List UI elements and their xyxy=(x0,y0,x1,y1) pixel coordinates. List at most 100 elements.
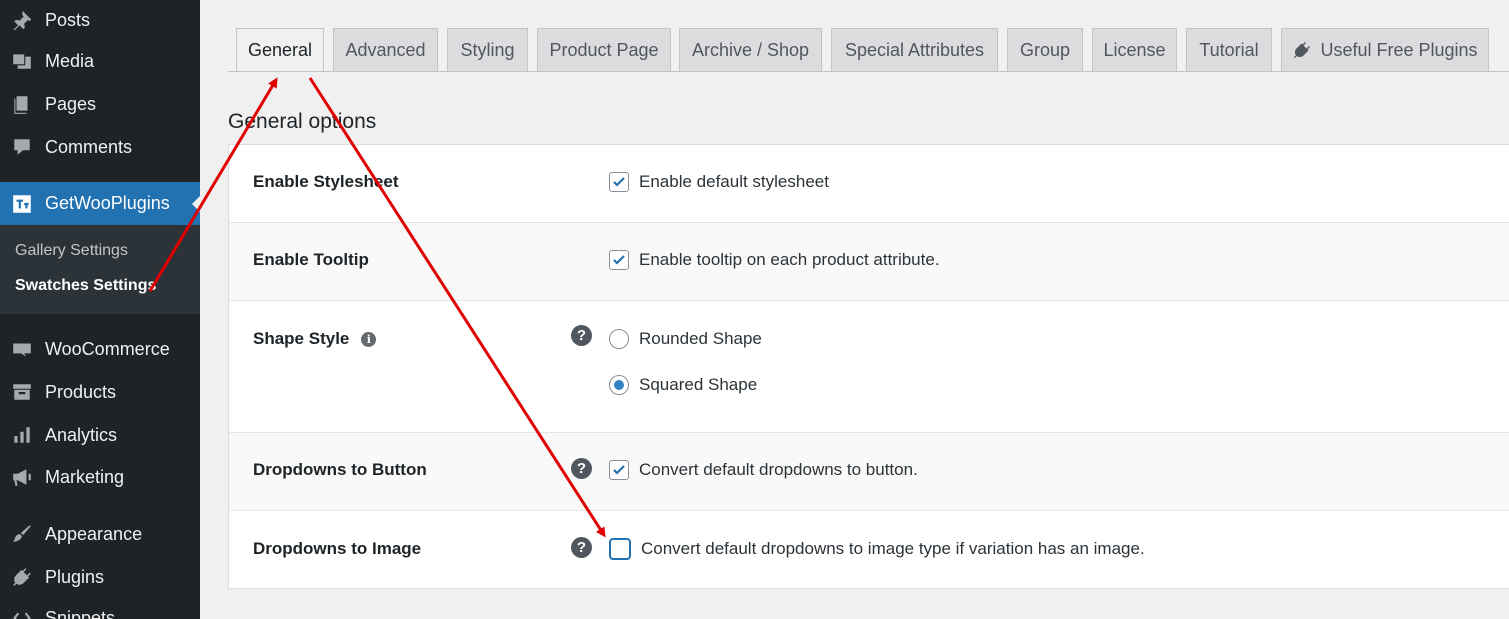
submenu-item-gallery-settings[interactable]: Gallery Settings xyxy=(15,242,128,260)
tooltip-option: Enable tooltip on each product attribute… xyxy=(609,250,940,270)
option-label: Squared Shape xyxy=(639,375,758,394)
stylesheet-option: Enable default stylesheet xyxy=(609,172,829,192)
tab-styling[interactable]: Styling xyxy=(447,28,528,71)
tab-product-page[interactable]: Product Page xyxy=(537,28,671,71)
sidebar-item-label: GetWooPlugins xyxy=(45,193,170,213)
plugin-brand-icon xyxy=(10,192,34,216)
rounded-shape-radio[interactable] xyxy=(609,329,629,349)
setting-row-stylesheet: Enable Stylesheet Enable default stylesh… xyxy=(229,145,1509,223)
sidebar-item-pages[interactable]: Pages xyxy=(0,84,200,124)
admin-sidebar: Posts Media Pages Comments GetWooPlugins… xyxy=(0,0,200,619)
sidebar-item-label: Plugins xyxy=(45,566,105,587)
dropdown-image-option: Convert default dropdowns to image type … xyxy=(609,538,1145,560)
setting-row-dropdown-image: Dropdowns to Image ? Convert default dro… xyxy=(229,511,1509,589)
setting-row-dropdown-button: Dropdowns to Button ? Convert default dr… xyxy=(229,433,1509,511)
tab-divider xyxy=(228,71,1509,72)
sidebar-item-label: Analytics xyxy=(45,424,118,445)
dropdown-button-option: Convert default dropdowns to button. xyxy=(609,460,918,480)
setting-row-shape-style: Shape Style i ? Rounded Shape Squared Sha… xyxy=(229,301,1509,433)
tab-special-attributes[interactable]: Special Attributes xyxy=(831,28,998,71)
sidebar-item-label: Marketing xyxy=(45,466,125,487)
sidebar-item-analytics[interactable]: Analytics xyxy=(0,415,200,455)
settings-panel: Enable Stylesheet Enable default stylesh… xyxy=(228,144,1509,589)
option-label: Enable tooltip on each product attribute… xyxy=(639,250,940,269)
sidebar-item-woocommerce[interactable]: WooCommerce xyxy=(0,329,200,369)
sidebar-item-posts[interactable]: Posts xyxy=(0,0,200,40)
tab-label: License xyxy=(1103,39,1166,60)
megaphone-icon xyxy=(10,465,34,489)
sidebar-item-plugins[interactable]: Plugins xyxy=(0,557,200,597)
tab-advanced[interactable]: Advanced xyxy=(333,28,438,71)
submenu-item-swatches-settings[interactable]: Swatches Settings xyxy=(15,277,156,295)
dropdown-button-checkbox[interactable] xyxy=(609,460,629,480)
pin-icon xyxy=(10,8,34,32)
help-icon[interactable]: ? xyxy=(571,458,592,479)
sidebar-item-label: Appearance xyxy=(45,523,143,544)
sidebar-item-comments[interactable]: Comments xyxy=(0,127,200,167)
option-label: Convert default dropdowns to image type … xyxy=(641,539,1145,558)
media-icon xyxy=(10,49,34,73)
sidebar-item-label: Media xyxy=(45,50,95,71)
sidebar-submenu: Gallery Settings Swatches Settings xyxy=(0,225,200,314)
pages-icon xyxy=(10,92,34,116)
active-indicator xyxy=(192,196,200,212)
sidebar-item-label: WooCommerce xyxy=(45,338,170,359)
help-icon[interactable]: ? xyxy=(571,537,592,558)
sidebar-item-label: Comments xyxy=(45,136,133,157)
sidebar-item-products[interactable]: Products xyxy=(0,372,200,412)
snippet-icon xyxy=(10,606,34,619)
tab-license[interactable]: License xyxy=(1092,28,1177,71)
radio-selected-dot xyxy=(614,380,624,390)
sidebar-item-media[interactable]: Media xyxy=(0,41,200,81)
comment-icon xyxy=(10,135,34,159)
sidebar-item-label: Snippets xyxy=(45,607,116,619)
option-label: Rounded Shape xyxy=(639,329,762,348)
tab-group[interactable]: Group xyxy=(1007,28,1083,71)
sidebar-item-marketing[interactable]: Marketing xyxy=(0,457,200,497)
tooltip-checkbox[interactable] xyxy=(609,250,629,270)
tab-label: Advanced xyxy=(345,39,426,60)
woo-icon xyxy=(10,337,34,361)
sidebar-item-appearance[interactable]: Appearance xyxy=(0,514,200,554)
sidebar-item-label: Posts xyxy=(45,9,91,30)
section-title: General options xyxy=(228,110,377,133)
paintbrush-icon xyxy=(10,522,34,546)
tab-label: Product Page xyxy=(549,39,659,60)
checkmark-icon xyxy=(613,465,625,475)
sidebar-item-snippets[interactable]: Snippets xyxy=(0,598,200,619)
tab-tutorial[interactable]: Tutorial xyxy=(1186,28,1272,71)
option-label: Convert default dropdowns to button. xyxy=(639,460,918,479)
squared-shape-radio[interactable] xyxy=(609,375,629,395)
sidebar-item-label: Pages xyxy=(45,93,97,114)
checkmark-icon xyxy=(613,177,625,187)
tab-label: Useful Free Plugins xyxy=(1320,39,1478,60)
tab-useful-free-plugins[interactable]: Useful Free Plugins xyxy=(1281,28,1489,71)
stylesheet-checkbox[interactable] xyxy=(609,172,629,192)
checkmark-icon xyxy=(613,255,625,265)
setting-label: Shape Style i xyxy=(253,329,377,349)
tab-archive-shop[interactable]: Archive / Shop xyxy=(679,28,822,71)
help-icon[interactable]: ? xyxy=(571,325,592,346)
setting-label-text: Shape Style xyxy=(253,329,350,348)
setting-label: Enable Tooltip xyxy=(253,250,369,269)
setting-label: Enable Stylesheet xyxy=(253,172,399,191)
plug-icon xyxy=(1294,42,1311,58)
setting-row-tooltip: Enable Tooltip Enable tooltip on each pr… xyxy=(229,223,1509,301)
shape-option-squared: Squared Shape xyxy=(609,375,757,395)
plug-icon xyxy=(10,565,34,589)
info-icon[interactable]: i xyxy=(361,332,377,348)
tab-label: Tutorial xyxy=(1199,39,1259,60)
dropdown-image-checkbox[interactable] xyxy=(609,538,631,560)
setting-label: Dropdowns to Button xyxy=(253,460,427,479)
sidebar-item-getwooplugins[interactable]: GetWooPlugins xyxy=(0,182,200,225)
tab-label: Styling xyxy=(460,39,515,60)
tab-label: Group xyxy=(1019,39,1071,60)
tab-label: Archive / Shop xyxy=(691,39,810,60)
tab-label: General xyxy=(247,40,313,60)
setting-label: Dropdowns to Image xyxy=(253,539,422,558)
sidebar-item-label: Products xyxy=(45,381,117,402)
option-label: Enable default stylesheet xyxy=(639,172,829,191)
archive-icon xyxy=(10,380,34,404)
tab-general[interactable]: General xyxy=(236,28,324,72)
bar-chart-icon xyxy=(10,423,34,447)
